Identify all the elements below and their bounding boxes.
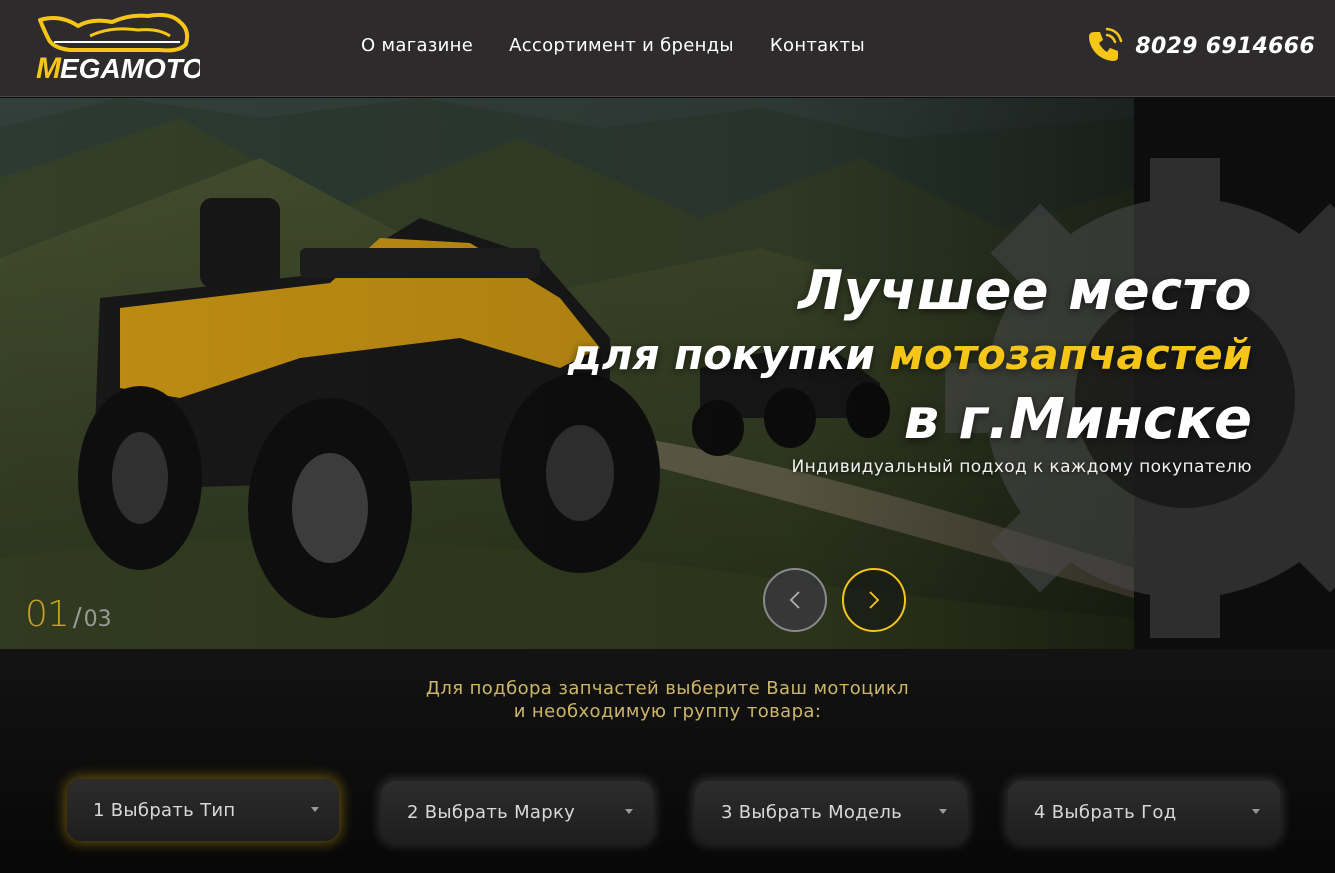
selector-prompt: Для подбора запчастей выберите Ваш мотоц… — [0, 677, 1335, 723]
hero-title-accent: мотозапчастей — [889, 330, 1252, 380]
hero-subtitle: Индивидуальный подход к каждому покупате… — [791, 457, 1252, 477]
select-type-label: 1 Выбрать Тип — [93, 799, 236, 821]
svg-text:M: M — [36, 52, 62, 85]
select-brand-dropdown[interactable]: 2 Выбрать Марку — [381, 781, 653, 843]
slide-counter: 01/03 — [25, 594, 112, 635]
nav-item-catalog-brands[interactable]: Ассортимент и бренды — [509, 33, 734, 59]
chevron-right-icon — [869, 591, 880, 609]
caret-down-icon — [1252, 809, 1260, 814]
slide-current: 01 — [25, 594, 70, 635]
slide-total: 03 — [83, 607, 112, 632]
caret-down-icon — [625, 809, 633, 814]
phone-block[interactable]: 8029 6914666 — [1085, 26, 1315, 66]
select-year-dropdown[interactable]: 4 Выбрать Год — [1008, 781, 1280, 843]
caret-down-icon — [311, 807, 319, 812]
selector-prompt-line2: и необходимую группу товара: — [513, 701, 822, 722]
select-model-dropdown[interactable]: 3 Выбрать Модель — [695, 781, 967, 843]
select-type-dropdown[interactable]: 1 Выбрать Тип — [67, 779, 339, 841]
site-header: M EGAMOTO О магазине Ассортимент и бренд… — [0, 0, 1335, 97]
nav-item-contacts[interactable]: Контакты — [770, 33, 865, 59]
select-brand-label: 2 Выбрать Марку — [407, 801, 576, 823]
caret-down-icon — [939, 809, 947, 814]
svg-text:EGAMOTO: EGAMOTO — [60, 53, 200, 84]
phone-number[interactable]: 8029 6914666 — [1135, 34, 1315, 59]
hero-title-line2: для покупки мотозапчастей — [568, 325, 1252, 385]
select-model-label: 3 Выбрать Модель — [721, 801, 903, 823]
phone-icon — [1089, 27, 1123, 61]
select-year-label: 4 Выбрать Год — [1034, 801, 1177, 823]
nav-item-about[interactable]: О магазине — [361, 33, 473, 59]
hero-title-line2-white: для покупки — [567, 330, 890, 380]
selector-prompt-line1: Для подбора запчастей выберите Ваш мотоц… — [425, 678, 910, 699]
hero-title-line3: в г.Минске — [903, 387, 1252, 453]
part-selector: Для подбора запчастей выберите Ваш мотоц… — [0, 649, 1335, 873]
megamoto-logo[interactable]: M EGAMOTO — [30, 8, 200, 86]
slide-separator: / — [72, 603, 82, 633]
chevron-left-icon — [789, 591, 800, 609]
motorcycle-logo-icon: M EGAMOTO — [36, 12, 200, 85]
hero-title-line1: Лучшее место — [798, 259, 1252, 323]
hero-title: Лучшее место для покупки мотозапчастей в… — [568, 257, 1252, 455]
slider-prev-button[interactable] — [763, 568, 827, 632]
hero-slider: Лучшее место для покупки мотозапчастей в… — [0, 98, 1335, 649]
slider-next-button[interactable] — [842, 568, 906, 632]
main-nav: О магазине Ассортимент и бренды Контакты — [361, 33, 901, 59]
